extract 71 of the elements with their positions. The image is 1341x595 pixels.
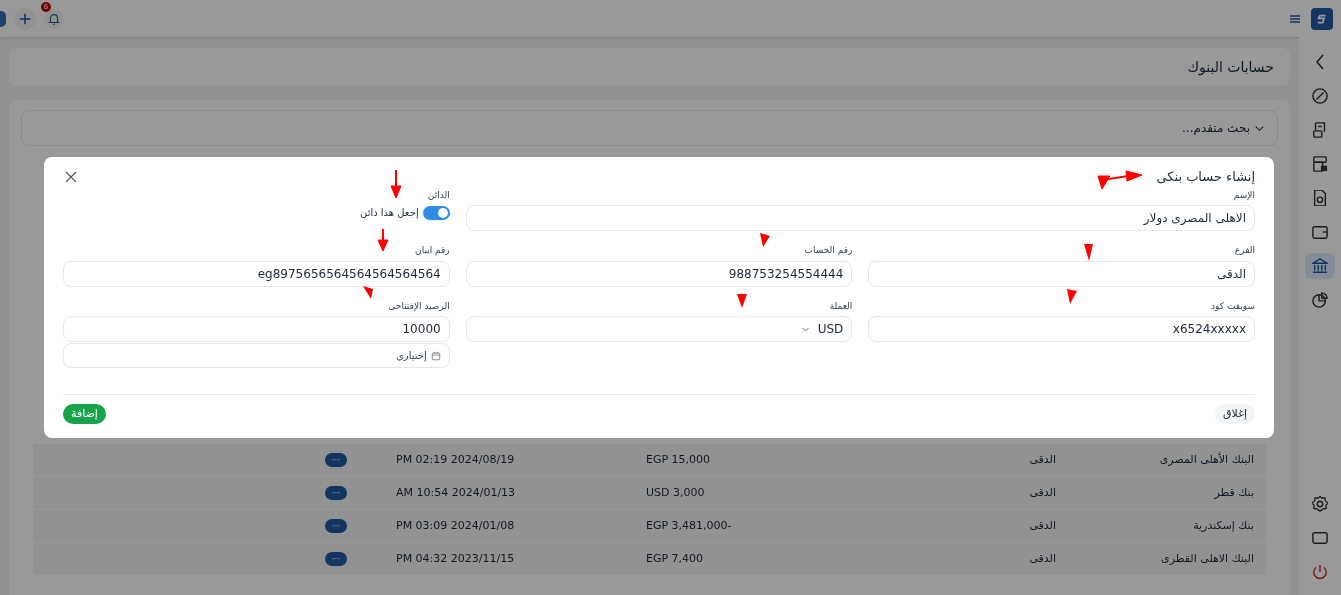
bell-icon <box>47 11 61 26</box>
annotation-arrow <box>1097 170 1143 190</box>
table-cell-text: EGP 15,000 <box>646 451 712 468</box>
cash-register-icon <box>1312 156 1328 172</box>
field-label: رقم ايبان <box>415 244 450 257</box>
compass-icon <box>1312 88 1328 104</box>
calendar-icon <box>430 350 441 361</box>
add-button[interactable] <box>14 7 36 30</box>
input-field[interactable]: الدقى <box>868 260 1255 287</box>
annotation-arrow <box>760 233 770 247</box>
settings-icon <box>1312 496 1328 512</box>
menu-icon <box>1289 12 1301 25</box>
actions-button[interactable]: ··· <box>325 519 347 533</box>
table-cell-text: بنك قطر <box>1213 484 1255 501</box>
table-cell-text: EGP 3,481,000- <box>646 517 733 534</box>
input-field[interactable]: x6524xxxxx <box>868 316 1255 342</box>
table-cell-text: البنك الاهلى القطرى <box>1160 550 1255 567</box>
close-icon <box>65 170 77 183</box>
receipt-icon <box>1312 122 1328 138</box>
field-label: الرصيد الإفتتاحى <box>388 299 450 313</box>
screen-icon <box>1312 530 1328 546</box>
close-button[interactable] <box>63 169 77 184</box>
date-field[interactable]: إختيارى <box>63 343 450 368</box>
app-logo <box>1311 7 1333 30</box>
power-icon <box>1312 564 1328 580</box>
field-label: الدائن <box>427 188 450 202</box>
table-cell-text: PM 02:19 2024/08/19 <box>396 451 516 468</box>
annotation-arrow <box>1084 244 1093 261</box>
field-label: رقم الحساب <box>804 244 853 258</box>
page-title: حسابات البنوك <box>1187 58 1274 77</box>
table-cell-text: الدقى <box>1028 451 1056 468</box>
toggle-switch[interactable] <box>422 205 450 220</box>
table-cell-text: بنك إسكندرية <box>1192 517 1255 534</box>
table-cell-text: PM 04:32 2023/11/15 <box>396 550 516 567</box>
advanced-search-toggle[interactable]: بحث متقدم... <box>1182 120 1265 136</box>
input-field[interactable]: الاهلى المصرى دولار <box>465 205 1255 231</box>
actions-button[interactable]: ··· <box>325 552 347 566</box>
table-cell-text: AM 10:54 2024/01/13 <box>396 484 517 501</box>
annotation-arrow <box>1067 289 1077 304</box>
table-cell-text: البنك الأهلى المصرى <box>1158 451 1255 468</box>
bank-icon <box>1312 258 1328 274</box>
close-text-button[interactable]: إغلاق <box>1215 404 1255 424</box>
dialog-title: إنشاء حساب بنكى <box>1156 168 1255 186</box>
notifications-button[interactable] <box>44 8 64 29</box>
currency-dropdown[interactable]: USD <box>465 316 853 342</box>
actions-button[interactable]: ··· <box>325 453 347 467</box>
sidebar-item[interactable] <box>1305 253 1335 279</box>
input-field[interactable]: eg8975656564564564564564 <box>63 260 450 287</box>
wallet-icon <box>1312 224 1328 240</box>
input-field[interactable]: 10000 <box>63 316 450 342</box>
plus-icon <box>18 11 32 26</box>
document-icon <box>1312 190 1328 206</box>
table-cell-text: الدقى <box>1028 517 1056 534</box>
field-label: سويفت كود <box>1211 299 1255 313</box>
annotation-arrow <box>377 228 389 252</box>
table-cell-text: EGP 7,400 <box>646 550 705 567</box>
annotation-arrow <box>390 169 402 199</box>
annotation-arrow <box>737 294 747 308</box>
annotation-arrow <box>363 286 373 299</box>
field-label: العملة <box>829 299 853 313</box>
table-cell-text: الدقى <box>1028 484 1056 501</box>
table-cell-text: PM 03:09 2024/01/08 <box>396 517 516 534</box>
table-cell-text: الدقى <box>1028 550 1056 567</box>
table-cell-text: USD 3,000 <box>646 484 706 501</box>
field-label: الإسم <box>1233 188 1255 202</box>
input-field[interactable]: 988753254554444 <box>465 260 853 287</box>
actions-button[interactable]: ··· <box>325 486 347 500</box>
pie-chart-icon <box>1312 292 1328 308</box>
toggle-label: إجعل هذا دائن <box>360 206 419 220</box>
field-label: الفرع <box>1234 244 1255 257</box>
chevron-left-icon <box>1316 54 1324 70</box>
